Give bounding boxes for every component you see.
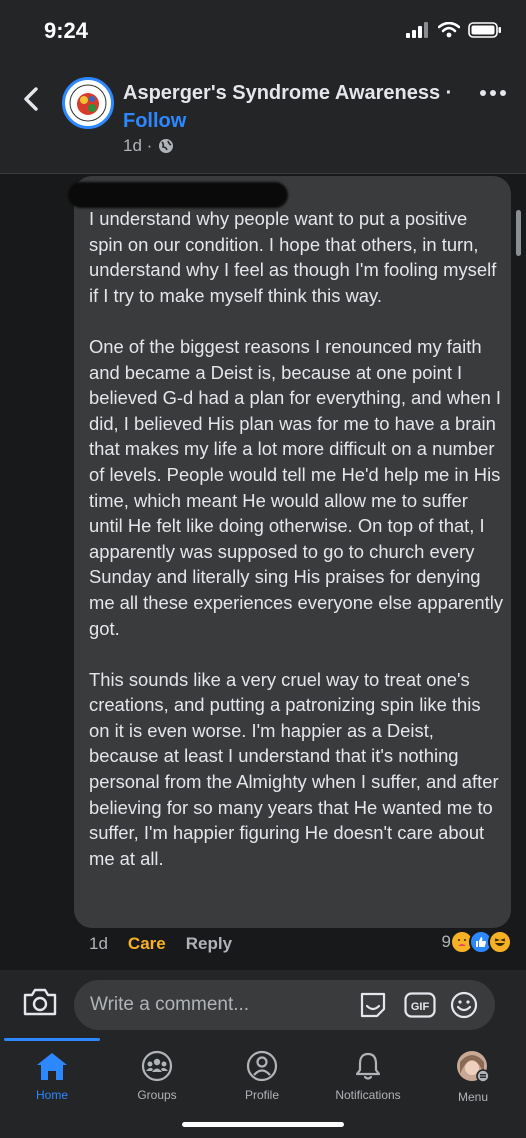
home-indicator: [182, 1122, 344, 1127]
status-icons: [406, 22, 502, 38]
comment-input[interactable]: [90, 980, 340, 1030]
post-header: Asperger's Syndrome Awareness · Follow 1…: [0, 60, 526, 174]
tab-menu[interactable]: Menu: [421, 1050, 525, 1104]
active-tab-indicator: [4, 1038, 100, 1041]
comment-actions: 1d Care Reply: [89, 934, 232, 954]
haha-reaction-icon: [488, 930, 512, 954]
post-meta: 1d ·: [123, 136, 174, 156]
tab-notifications[interactable]: Notifications: [316, 1050, 420, 1102]
tab-label: Home: [35, 1088, 68, 1102]
chevron-left-icon: [24, 87, 38, 111]
bell-icon: [355, 1052, 381, 1080]
profile-icon: [246, 1050, 278, 1082]
post-timestamp: 1d ·: [123, 136, 153, 155]
care-button[interactable]: Care: [128, 934, 166, 954]
back-button[interactable]: [16, 84, 46, 114]
sticker-icon[interactable]: [358, 991, 388, 1024]
comment-bubble: I understand why people want to put a po…: [68, 176, 511, 928]
comment-box: GIF: [74, 980, 495, 1030]
comment-paragraph: One of the biggest reasons I renounced m…: [89, 335, 504, 639]
globe-icon: [159, 139, 174, 153]
gif-icon[interactable]: GIF: [404, 992, 436, 1023]
comment-time: 1d: [89, 934, 108, 953]
scrollbar[interactable]: [516, 210, 521, 256]
battery-icon: [468, 22, 501, 38]
more-options-icon[interactable]: [480, 90, 506, 96]
comment-text: I understand why people want to put a po…: [89, 206, 504, 871]
gif-label: GIF: [411, 1001, 430, 1013]
home-icon: [37, 1053, 67, 1080]
redacted-author-name: [68, 182, 288, 208]
signal-icon: [406, 22, 428, 38]
comment-composer: GIF: [0, 970, 526, 1040]
comment-paragraph: I understand why people want to put a po…: [89, 208, 497, 306]
tab-groups[interactable]: Groups: [105, 1050, 209, 1102]
status-bar: 9:24: [0, 0, 526, 60]
page-name[interactable]: Asperger's Syndrome Awareness ·: [123, 82, 452, 105]
awareness-logo-icon: [69, 84, 107, 122]
groups-icon: [141, 1050, 173, 1082]
menu-avatar-icon: [457, 1051, 490, 1083]
page-avatar[interactable]: [62, 77, 114, 129]
comment-paragraph: This sounds like a very cruel way to tre…: [89, 668, 499, 869]
tab-home[interactable]: Home: [0, 1050, 104, 1102]
tab-label: Notifications: [335, 1088, 401, 1102]
tab-label: Profile: [244, 1088, 279, 1102]
emoji-icon[interactable]: [450, 991, 478, 1024]
tab-profile[interactable]: Profile: [210, 1050, 314, 1102]
comment-thread: I understand why people want to put a po…: [0, 174, 526, 970]
wifi-icon: [438, 22, 460, 38]
reaction-summary[interactable]: 9: [442, 930, 512, 954]
tab-label: Menu: [457, 1090, 489, 1104]
tab-label: Groups: [137, 1088, 177, 1102]
status-time: 9:24: [44, 18, 89, 43]
camera-icon[interactable]: [22, 986, 58, 1023]
follow-button[interactable]: Follow: [123, 110, 186, 133]
reply-button[interactable]: Reply: [186, 934, 232, 954]
